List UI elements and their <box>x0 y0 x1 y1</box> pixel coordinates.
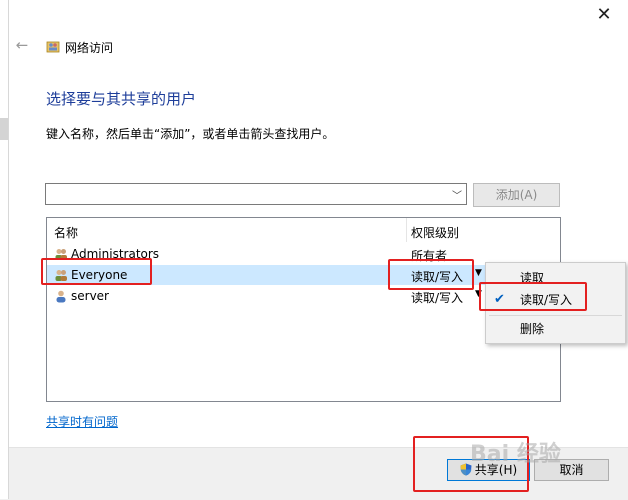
menu-item-label: 删除 <box>520 322 545 336</box>
page-heading: 选择要与其共享的用户 <box>46 90 197 108</box>
annotation-box-everyone <box>41 258 152 285</box>
permission-dropdown[interactable]: 读取/写入 <box>411 289 463 306</box>
menu-separator <box>489 315 622 316</box>
background-window-edge <box>0 0 9 499</box>
chevron-down-icon[interactable]: ﹀ <box>452 187 462 202</box>
close-button[interactable]: ✕ <box>592 4 616 26</box>
annotation-box-read-write <box>479 282 587 311</box>
column-header-name[interactable]: 名称 <box>54 224 78 241</box>
menu-item-remove[interactable]: 删除 <box>486 318 625 340</box>
sharing-help-link[interactable]: 共享时有问题 <box>46 413 118 430</box>
background-window-block <box>0 118 8 140</box>
watermark-text: Bai 经验 <box>470 442 561 467</box>
column-header-permission[interactable]: 权限级别 <box>411 224 459 241</box>
annotation-box-permission <box>388 259 474 290</box>
add-button[interactable]: 添加(A) <box>473 183 560 207</box>
dropdown-arrow-icon[interactable]: ▼ <box>475 268 482 278</box>
user-name-combobox[interactable]: ﹀ <box>45 183 467 205</box>
instructions-text: 键入名称，然后单击“添加”，或者单击箭头查找用户。 <box>46 127 335 141</box>
user-icon <box>56 290 66 303</box>
column-divider <box>406 218 407 242</box>
window-title: 网络访问 <box>65 41 114 55</box>
user-name: server <box>71 289 109 303</box>
back-arrow-icon[interactable]: ← <box>13 36 31 54</box>
close-icon: ✕ <box>596 4 612 25</box>
network-users-icon <box>46 41 60 53</box>
